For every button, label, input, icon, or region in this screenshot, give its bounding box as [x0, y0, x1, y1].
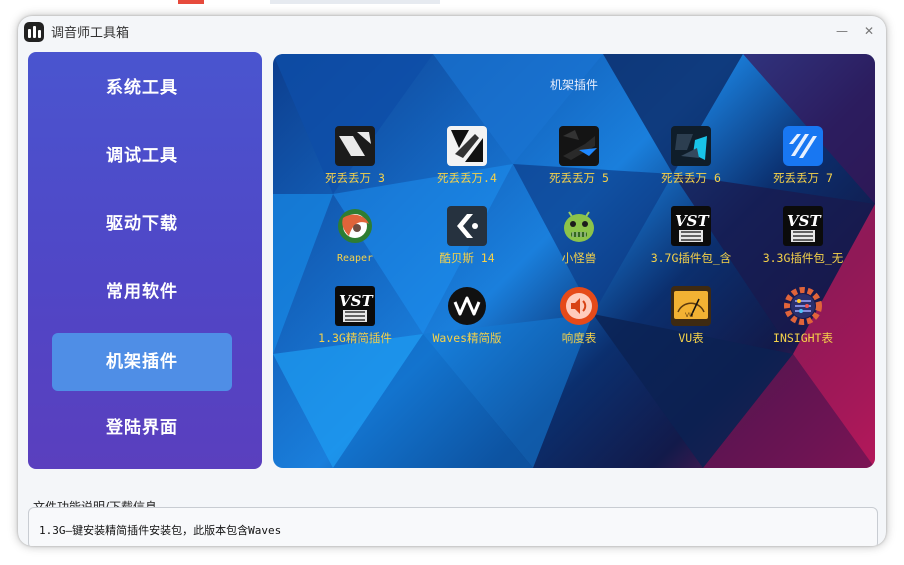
tile-label: 死丢丢万 3 — [325, 171, 385, 185]
insight-gear-icon — [783, 286, 823, 326]
window-title: 调音师工具箱 — [51, 26, 130, 41]
cubase-style-icon — [447, 126, 487, 166]
sidebar-item-system-tools[interactable]: 系统工具 — [52, 59, 232, 117]
plugin-tile-cubase-7[interactable]: 死丢丢万 7 — [747, 126, 859, 198]
tile-label: Reaper — [336, 253, 374, 264]
tile-label: VU表 — [678, 331, 704, 345]
tile-label: 3.3G插件包_无 — [762, 251, 844, 265]
sidebar-item-driver-download[interactable]: 驱动下载 — [52, 195, 232, 253]
plugin-tile-cubase-3[interactable]: 死丢丢万 3 — [299, 126, 411, 198]
reaper-icon — [335, 206, 375, 246]
vu-meter-icon: VU — [671, 286, 711, 326]
vst-icon: VST — [671, 206, 711, 246]
sidebar-item-debug-tools[interactable]: 调试工具 — [52, 127, 232, 185]
cubase-7-icon — [783, 126, 823, 166]
cubase-5-icon — [559, 126, 599, 166]
svg-text:VST: VST — [339, 292, 374, 310]
cubase-6-icon — [671, 126, 711, 166]
android-monster-icon — [559, 206, 599, 246]
tile-label: 1.3G精简插件 — [318, 331, 392, 345]
tile-label: 响度表 — [561, 331, 597, 345]
plugin-tile-cubase-5[interactable]: 死丢丢万 5 — [523, 126, 635, 198]
svg-text:VST: VST — [787, 212, 822, 230]
plugin-tile-1-3g-lite[interactable]: VST 1.3G精简插件 — [299, 286, 411, 358]
tile-label: Waves精简版 — [432, 331, 502, 345]
svg-text:VU: VU — [685, 312, 694, 319]
tile-label: 3.7G插件包_含 — [650, 251, 732, 265]
svg-text:VST: VST — [675, 212, 710, 230]
tile-label: INSIGHT表 — [773, 331, 833, 345]
plugin-tile-3-7g-pack[interactable]: VST 3.7G插件包_含 — [635, 206, 747, 278]
reaper-style-icon — [335, 126, 375, 166]
minimize-icon[interactable]: — — [833, 22, 851, 40]
plugin-tile-reaper[interactable]: Reaper — [299, 206, 411, 278]
plugin-tile-cubase-4[interactable]: 死丢丢万.4 — [411, 126, 523, 198]
app-window: 调音师工具箱 — ✕ 系统工具 调试工具 驱动下载 常用软件 机架插件 登陆界面 — [18, 16, 886, 546]
waves-icon — [447, 286, 487, 326]
tile-label: 死丢丢万 7 — [773, 171, 833, 185]
loudness-meter-icon — [559, 286, 599, 326]
plugin-tile-vu-meter[interactable]: VU VU表 — [635, 286, 747, 358]
cubase-14-icon — [447, 206, 487, 246]
plugin-tile-insight-meter[interactable]: INSIGHT表 — [747, 286, 859, 358]
plugin-tile-3-3g-pack[interactable]: VST 3.3G插件包_无 — [747, 206, 859, 278]
sidebar-item-login[interactable]: 登陆界面 — [52, 399, 232, 457]
plugin-tile-loudness-meter[interactable]: 响度表 — [523, 286, 635, 358]
plugin-tile-waves-lite[interactable]: Waves精简版 — [411, 286, 523, 358]
plugin-tile-cubase-14[interactable]: 酷贝斯 14 — [411, 206, 523, 278]
title-bar: 调音师工具箱 — ✕ — [18, 16, 886, 48]
sidebar-item-rack-plugins[interactable]: 机架插件 — [52, 333, 232, 391]
tile-label: 死丢丢万 6 — [661, 171, 721, 185]
sidebar-item-common-software[interactable]: 常用软件 — [52, 263, 232, 321]
vst-icon: VST — [783, 206, 823, 246]
vst-icon: VST — [335, 286, 375, 326]
app-logo-icon — [24, 22, 44, 42]
tile-label: 死丢丢万.4 — [437, 171, 497, 185]
info-text: 1.3G—键安装精简插件安装包，此版本包含Waves — [39, 524, 282, 537]
sidebar: 系统工具 调试工具 驱动下载 常用软件 机架插件 登陆界面 — [28, 52, 262, 469]
tile-label: 死丢丢万 5 — [549, 171, 609, 185]
tile-label: 酷贝斯 14 — [439, 251, 495, 265]
plugin-tile-little-monster[interactable]: 小怪兽 — [523, 206, 635, 278]
tile-label: 小怪兽 — [561, 251, 597, 265]
plugin-tile-cubase-6[interactable]: 死丢丢万 6 — [635, 126, 747, 198]
info-box: 1.3G—键安装精简插件安装包，此版本包含Waves — [28, 507, 878, 546]
panel-title: 机架插件 — [549, 78, 598, 92]
plugin-panel: 机架插件 死丢丢万 3 死丢丢万.4 死丢丢万 5 死丢丢万 6 死丢丢万 7 … — [273, 54, 875, 468]
close-icon[interactable]: ✕ — [860, 22, 878, 40]
